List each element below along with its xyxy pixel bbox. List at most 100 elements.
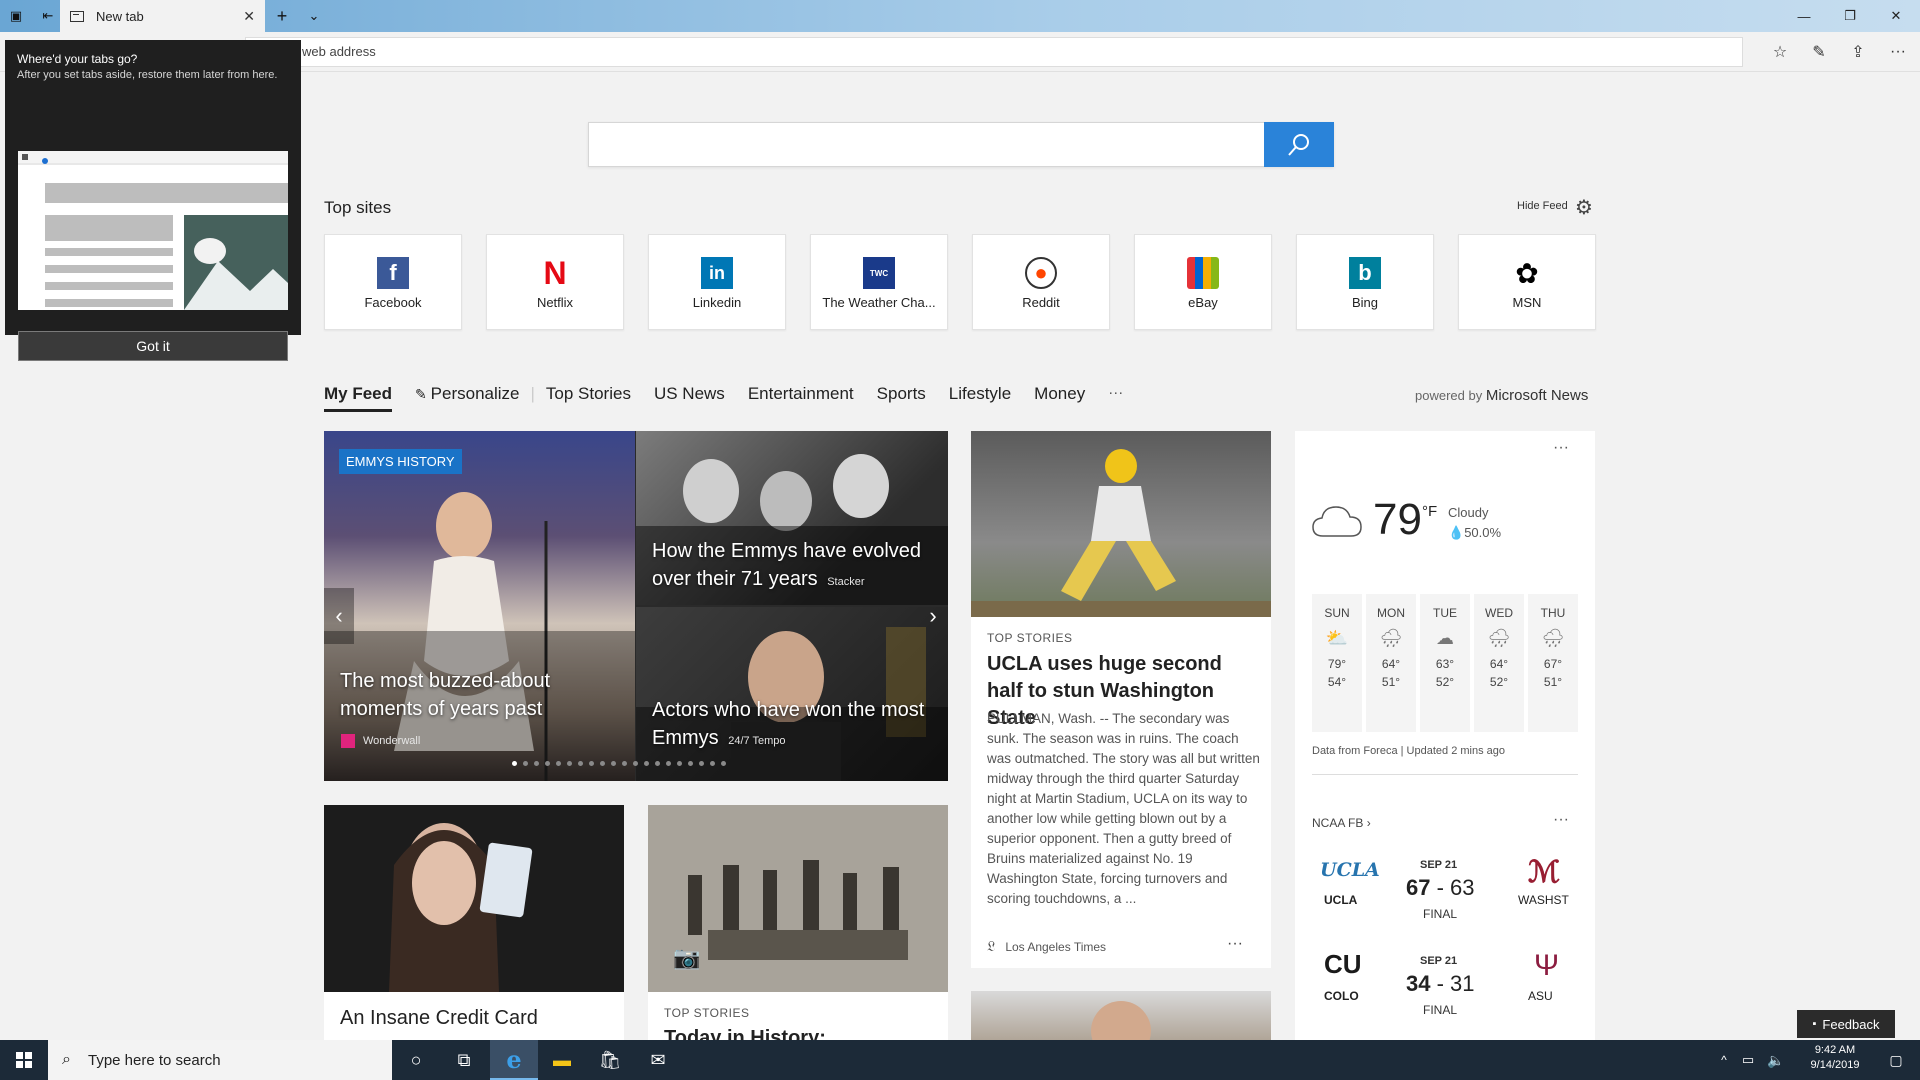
story-card[interactable]: TOP STORIES UCLA uses huge second half t… bbox=[971, 431, 1271, 968]
tab-entertainment[interactable]: Entertainment bbox=[748, 384, 854, 412]
top-site-tile[interactable]: eBay bbox=[1134, 234, 1272, 330]
tab-my-feed[interactable]: My Feed bbox=[324, 384, 393, 412]
restore-button[interactable]: ❐ bbox=[1827, 0, 1873, 32]
tab-sports[interactable]: Sports bbox=[877, 384, 926, 412]
carousel-prev-button[interactable]: ‹ bbox=[324, 588, 354, 644]
search-button[interactable] bbox=[1264, 122, 1334, 167]
notes-pen-icon[interactable]: ✎ bbox=[1804, 40, 1834, 64]
taskbar-search-box[interactable]: ⌕ Type here to search bbox=[48, 1040, 392, 1080]
hero-side1-title[interactable]: How the Emmys have evolved over their 71… bbox=[652, 537, 932, 596]
mail-icon[interactable]: ✉ bbox=[634, 1040, 682, 1080]
story-more-button[interactable]: ··· bbox=[1227, 935, 1243, 953]
feedback-button[interactable]: ▪ Feedback bbox=[1797, 1010, 1895, 1038]
tab-close-icon[interactable]: ✕ bbox=[243, 8, 255, 25]
gear-icon[interactable]: ⚙ bbox=[1575, 195, 1593, 220]
hero-side2-title[interactable]: Actors who have won the most Emmys 24/7 … bbox=[652, 696, 942, 755]
top-site-tile[interactable]: N Netflix bbox=[486, 234, 624, 330]
story-card-partial[interactable] bbox=[971, 991, 1271, 1040]
tab-new-tab[interactable]: New tab ✕ bbox=[60, 0, 265, 32]
day-name: WED bbox=[1485, 606, 1513, 620]
top-site-tile[interactable]: b Bing bbox=[1296, 234, 1434, 330]
carousel-dot[interactable] bbox=[578, 761, 583, 766]
rain-icon: 🌧 bbox=[1541, 628, 1565, 648]
file-explorer-icon[interactable]: ▬ bbox=[538, 1040, 586, 1080]
ad-image[interactable] bbox=[324, 805, 624, 992]
game-score-row[interactable]: UCLA UCLA SEP 21 67 - 63 FINAL ℳ WASHST bbox=[1310, 853, 1580, 933]
carousel-dot[interactable] bbox=[512, 761, 517, 766]
carousel-dot[interactable] bbox=[589, 761, 594, 766]
tab-money[interactable]: Money bbox=[1034, 384, 1085, 412]
game-score-row[interactable]: CU COLO SEP 21 34 - 31 FINAL Ψ ASU bbox=[1310, 949, 1580, 1029]
volume-icon[interactable]: 🔈 bbox=[1752, 1040, 1800, 1080]
favorites-icon[interactable]: ☆ bbox=[1765, 40, 1795, 64]
action-center-icon[interactable]: ▢ bbox=[1872, 1040, 1920, 1080]
carousel-dot[interactable] bbox=[699, 761, 704, 766]
tab-us-news[interactable]: US News bbox=[654, 384, 725, 412]
tab-top-stories[interactable]: Top Stories bbox=[546, 384, 631, 412]
tab-preview-chevron-icon[interactable]: ⌄ bbox=[298, 0, 330, 32]
hero-main-image[interactable] bbox=[324, 431, 635, 781]
ad-title[interactable]: An Insane Credit Card bbox=[340, 1005, 538, 1032]
carousel-next-button[interactable]: › bbox=[918, 588, 948, 644]
hero-carousel[interactable]: EMMYS HISTORY The most buzzed-about mome… bbox=[324, 431, 948, 781]
hero-main-title[interactable]: The most buzzed-about moments of years p… bbox=[340, 667, 570, 723]
forecast-day-mon[interactable]: MON 🌧 64° 51° bbox=[1366, 594, 1416, 732]
carousel-dot[interactable] bbox=[545, 761, 550, 766]
carousel-dot[interactable] bbox=[556, 761, 561, 766]
top-site-tile[interactable]: in Linkedin bbox=[648, 234, 786, 330]
carousel-dot[interactable] bbox=[622, 761, 627, 766]
tab-personalize[interactable]: ✎ Personalize bbox=[415, 384, 519, 412]
address-bar[interactable]: web address bbox=[245, 37, 1743, 67]
carousel-dot[interactable] bbox=[633, 761, 638, 766]
weather-more-button[interactable]: ··· bbox=[1553, 439, 1569, 457]
top-site-tile[interactable]: ● Reddit bbox=[972, 234, 1110, 330]
top-site-tile[interactable]: ✿ MSN bbox=[1458, 234, 1596, 330]
ncaa-more-button[interactable]: ··· bbox=[1553, 811, 1569, 829]
forecast-day-sun[interactable]: SUN ⛅ 79° 54° bbox=[1312, 594, 1362, 732]
minimize-button[interactable]: — bbox=[1781, 0, 1827, 32]
got-it-button[interactable]: Got it bbox=[18, 331, 288, 361]
forecast-day-wed[interactable]: WED 🌧 64° 52° bbox=[1474, 594, 1524, 732]
edge-icon[interactable]: e bbox=[490, 1040, 538, 1080]
carousel-dot[interactable] bbox=[655, 761, 660, 766]
carousel-dot[interactable] bbox=[611, 761, 616, 766]
forecast-day-thu[interactable]: THU 🌧 67° 51° bbox=[1528, 594, 1578, 732]
forecast-day-tue[interactable]: TUE ☁ 63° 52° bbox=[1420, 594, 1470, 732]
ad-card[interactable]: An Insane Credit Card bbox=[324, 805, 624, 1040]
ucla-logo-icon: UCLA bbox=[1320, 859, 1380, 881]
carousel-dot[interactable] bbox=[677, 761, 682, 766]
top-site-tile[interactable]: TWC The Weather Cha... bbox=[810, 234, 948, 330]
new-tab-icon[interactable]: + bbox=[266, 0, 298, 32]
clock[interactable]: 9:42 AM 9/14/2019 bbox=[1795, 1044, 1875, 1071]
hero-main-source: Wonderwall bbox=[341, 734, 420, 748]
carousel-dot[interactable] bbox=[567, 761, 572, 766]
ncaa-fb-link[interactable]: NCAA FB › bbox=[1312, 816, 1371, 830]
more-icon[interactable]: ··· bbox=[1883, 40, 1913, 64]
score-dash: - bbox=[1430, 971, 1451, 996]
carousel-dot[interactable] bbox=[600, 761, 605, 766]
carousel-dot[interactable] bbox=[710, 761, 715, 766]
web-search-box[interactable] bbox=[588, 122, 1334, 167]
more-categories-button[interactable]: ··· bbox=[1108, 384, 1123, 412]
tabs-aside-icon[interactable]: ▣ bbox=[0, 0, 32, 32]
carousel-dot[interactable] bbox=[688, 761, 693, 766]
cortana-icon[interactable]: ○ bbox=[392, 1040, 440, 1080]
task-view-icon[interactable]: ⧉ bbox=[440, 1040, 488, 1080]
top-site-tile[interactable]: f Facebook bbox=[324, 234, 462, 330]
hide-feed-link[interactable]: Hide Feed bbox=[1517, 200, 1568, 212]
carousel-dot[interactable] bbox=[534, 761, 539, 766]
story-image[interactable] bbox=[971, 991, 1271, 1040]
carousel-dot[interactable] bbox=[644, 761, 649, 766]
close-window-button[interactable]: ✕ bbox=[1873, 0, 1919, 32]
start-button[interactable] bbox=[0, 1040, 48, 1080]
microsoft-news-logo[interactable]: Microsoft News bbox=[1486, 387, 1589, 404]
history-title[interactable]: Today in History: bbox=[664, 1025, 826, 1040]
tab-lifestyle[interactable]: Lifestyle bbox=[949, 384, 1011, 412]
story-image[interactable] bbox=[971, 431, 1271, 617]
store-icon[interactable]: 🛍 bbox=[586, 1040, 634, 1080]
history-card[interactable]: 📷 TOP STORIES Today in History: bbox=[648, 805, 948, 1040]
carousel-dot[interactable] bbox=[721, 761, 726, 766]
share-icon[interactable]: ⇪ bbox=[1843, 40, 1873, 64]
carousel-dot[interactable] bbox=[666, 761, 671, 766]
carousel-dot[interactable] bbox=[523, 761, 528, 766]
